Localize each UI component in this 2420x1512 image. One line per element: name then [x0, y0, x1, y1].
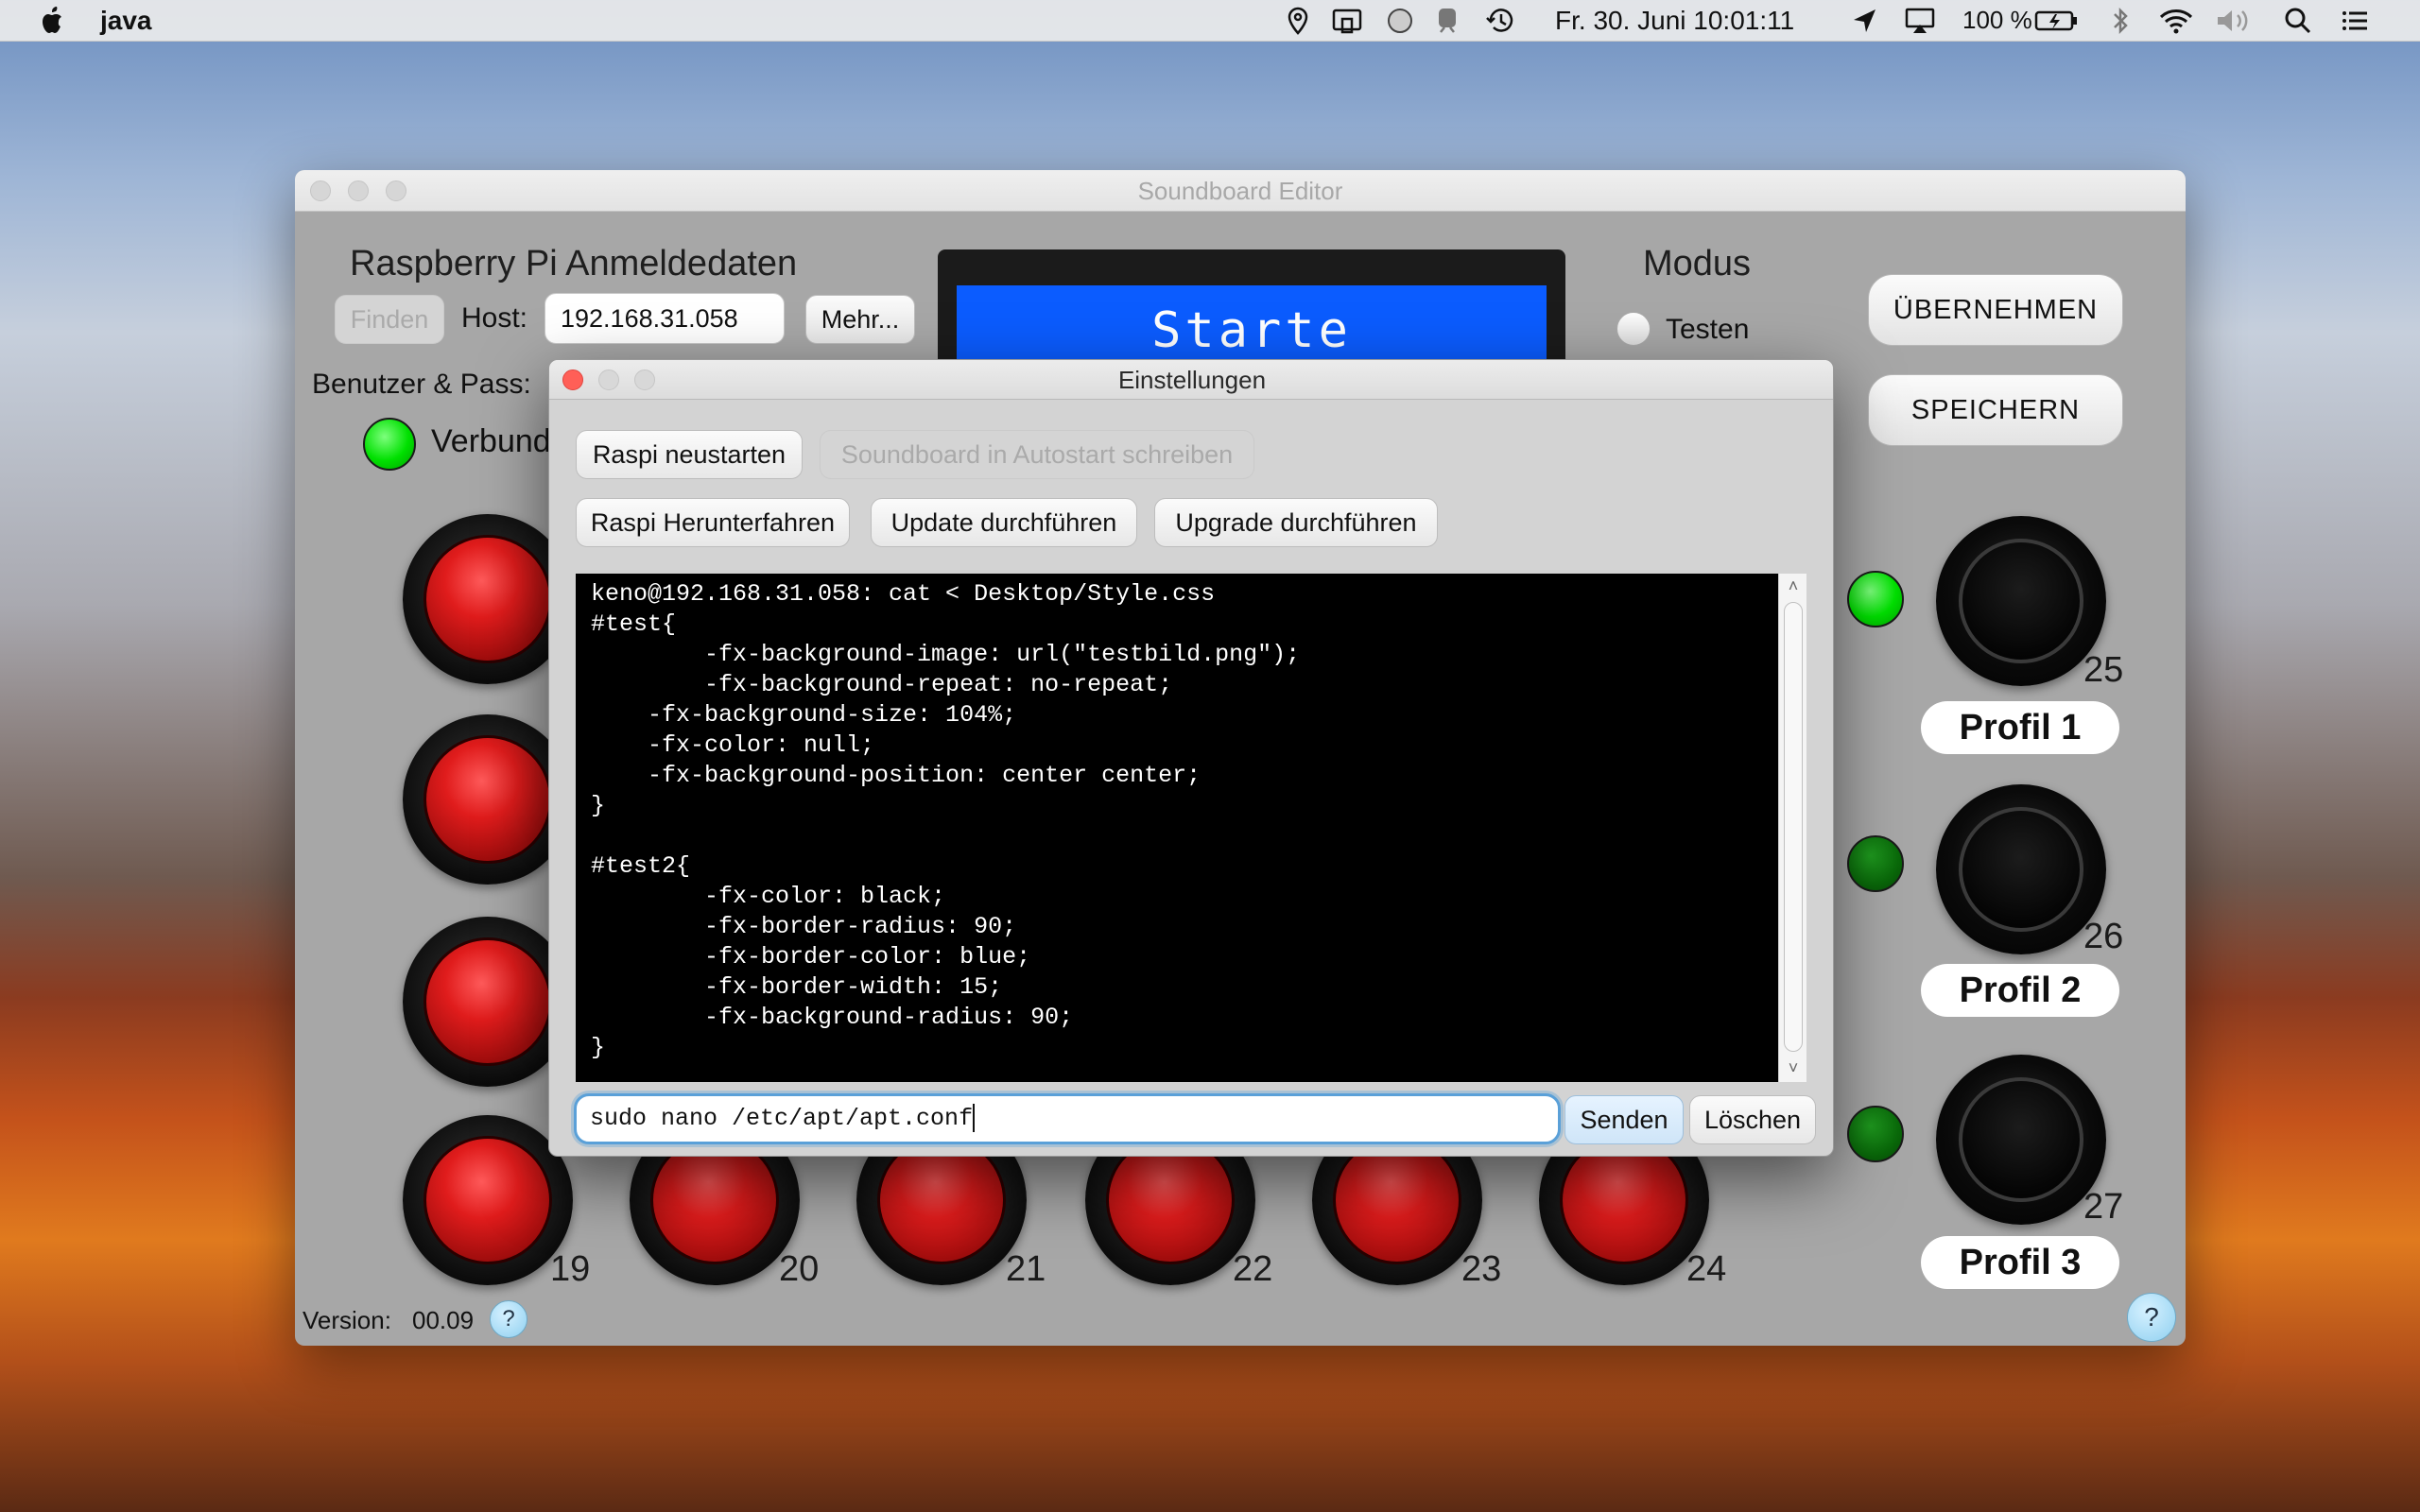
host-label: Host: [461, 302, 528, 334]
sound-button-left-2[interactable] [403, 714, 573, 885]
sound-button-left-3[interactable] [403, 917, 573, 1087]
dialog-close-button[interactable] [562, 369, 583, 390]
circle-status-icon[interactable] [1384, 6, 1416, 36]
profile-button-cap [1959, 1077, 2083, 1202]
text-caret [973, 1104, 976, 1133]
raspi-reboot-button[interactable]: Raspi neustarten [576, 430, 803, 479]
send-button[interactable]: Senden [1564, 1095, 1684, 1144]
profile-2-label[interactable]: Profil 2 [1921, 964, 2119, 1017]
sound-button-19[interactable] [403, 1115, 573, 1285]
version-label: Version: [302, 1306, 391, 1334]
help-button-right[interactable]: ? [2127, 1293, 2176, 1342]
sound-button-number: 24 [1686, 1249, 1727, 1289]
raspi-shutdown-button[interactable]: Raspi Herunterfahren [576, 498, 850, 547]
sound-button-cap [424, 535, 552, 663]
sound-button-number: 23 [1461, 1249, 1502, 1289]
upgrade-button[interactable]: Upgrade durchführen [1154, 498, 1438, 547]
command-input-value: sudo nano /etc/apt/apt.conf [590, 1105, 974, 1132]
location-icon[interactable] [1282, 6, 1314, 36]
profile-button-27[interactable] [1936, 1055, 2106, 1225]
save-button[interactable]: SPEICHERN [1868, 374, 2123, 446]
find-button[interactable]: Finden [335, 295, 444, 344]
sound-button-cap [424, 1136, 552, 1264]
scroll-up-icon[interactable]: ˄ [1779, 574, 1807, 598]
app-name[interactable]: java [100, 6, 152, 36]
battery-icon[interactable] [2034, 6, 2080, 36]
settings-dialog: Einstellungen Raspi neustarten Soundboar… [548, 359, 1834, 1157]
battery-percent[interactable]: 100 % [1962, 6, 2032, 35]
terminal-scrollbar[interactable]: ˄ ˅ [1778, 574, 1806, 1082]
settings-dialog-title: Einstellungen [549, 360, 1833, 400]
profile-1-label[interactable]: Profil 1 [1921, 701, 2119, 754]
airplay-icon[interactable] [1904, 6, 1936, 36]
profile-button-cap [1959, 807, 2083, 932]
help-button-left[interactable]: ? [490, 1300, 527, 1338]
sound-button-cap [424, 735, 552, 864]
command-input[interactable]: sudo nano /etc/apt/apt.conf [574, 1093, 1561, 1144]
profile-2-led [1847, 835, 1904, 892]
dialog-zoom-button[interactable] [634, 369, 655, 390]
terminal-output[interactable]: keno@192.168.31.058: cat < Desktop/Style… [576, 574, 1778, 1082]
profile-3-led [1847, 1106, 1904, 1162]
window-minimize-button[interactable] [348, 180, 369, 201]
time-machine-icon[interactable] [1484, 6, 1516, 36]
profile-button-number: 25 [2083, 650, 2124, 690]
profile-button-number: 27 [2083, 1187, 2124, 1227]
window-zoom-button[interactable] [386, 180, 406, 201]
volume-icon[interactable] [2214, 6, 2254, 36]
lcd-display: Starte [938, 249, 1565, 380]
version-value: 00.09 [412, 1306, 475, 1334]
spotlight-search-icon[interactable] [2282, 6, 2314, 36]
window-close-button[interactable] [310, 180, 331, 201]
more-button[interactable]: Mehr... [805, 295, 915, 344]
user-pass-label: Benutzer & Pass: [312, 369, 531, 400]
window-title: Soundboard Editor [295, 170, 2186, 212]
profile-button-cap [1959, 539, 2083, 663]
update-button[interactable]: Update durchführen [871, 498, 1137, 547]
sound-button-number: 21 [1006, 1249, 1046, 1289]
sound-button-left-1[interactable] [403, 514, 573, 684]
mode-test-label: Testen [1666, 314, 1750, 345]
mode-test-radio[interactable] [1616, 312, 1651, 346]
menubar-clock[interactable]: Fr. 30. Juni 10:01:11 [1555, 6, 1794, 36]
connection-status-led [363, 418, 416, 471]
airplay-display-icon[interactable] [1331, 6, 1363, 36]
dialog-minimize-button[interactable] [598, 369, 619, 390]
autostart-button[interactable]: Soundboard in Autostart schreiben [820, 430, 1254, 479]
host-input[interactable]: 192.168.31.058 [544, 293, 785, 344]
train-icon[interactable] [1431, 6, 1463, 36]
profile-3-label[interactable]: Profil 3 [1921, 1236, 2119, 1289]
profile-button-26[interactable] [1936, 784, 2106, 954]
apply-button[interactable]: ÜBERNEHMEN [1868, 274, 2123, 346]
bluetooth-icon[interactable] [2104, 6, 2136, 36]
profile-button-25[interactable] [1936, 516, 2106, 686]
location-arrow-icon[interactable] [1849, 6, 1881, 36]
mode-title: Modus [1643, 244, 1752, 284]
profile-button-number: 26 [2083, 917, 2124, 956]
wifi-icon[interactable] [2157, 6, 2195, 36]
apple-icon[interactable] [36, 4, 70, 38]
sound-button-cap [424, 937, 552, 1066]
scrollbar-thumb[interactable] [1784, 602, 1803, 1052]
sound-button-number: 19 [550, 1249, 591, 1289]
scroll-down-icon[interactable]: ˅ [1779, 1056, 1807, 1080]
notification-list-icon[interactable] [2339, 6, 2371, 36]
menu-bar: java Fr. 30. Juni 10:01:11 100 % [0, 0, 2420, 42]
profile-1-led [1847, 571, 1904, 627]
clear-button[interactable]: Löschen [1689, 1095, 1816, 1144]
sound-button-number: 22 [1233, 1249, 1273, 1289]
pi-section-title: Raspberry Pi Anmeldedaten [350, 244, 798, 284]
sound-button-number: 20 [779, 1249, 820, 1289]
